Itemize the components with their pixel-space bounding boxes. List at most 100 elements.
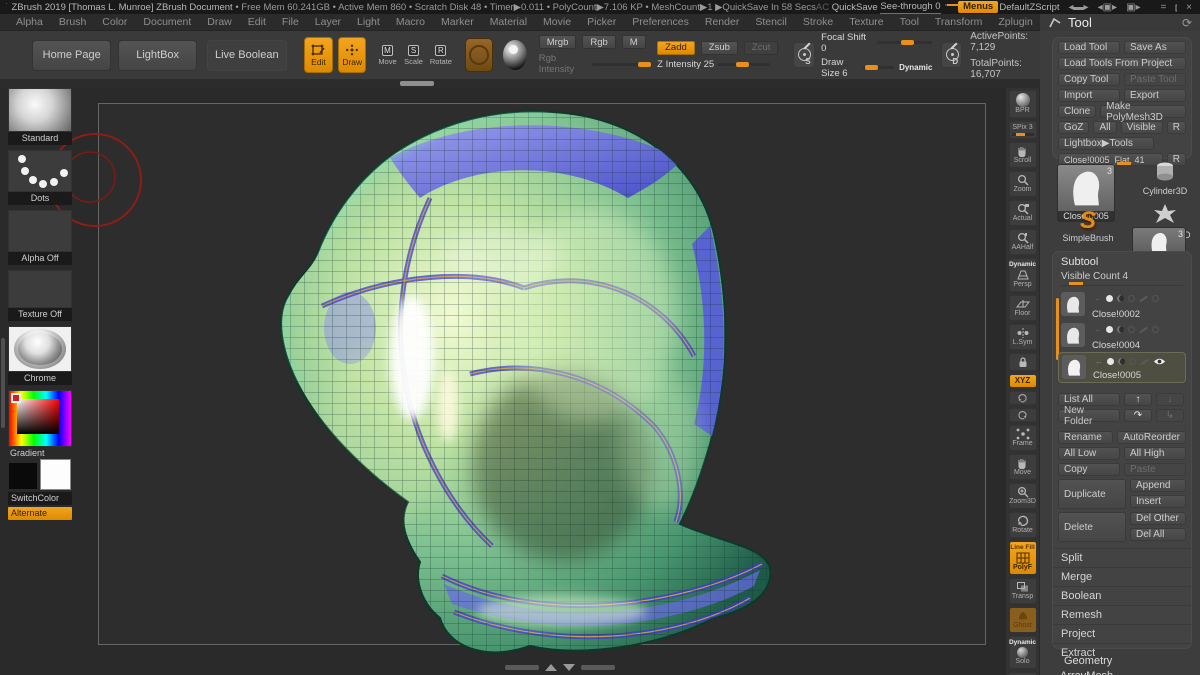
close-icon[interactable]: × <box>1186 2 1192 13</box>
polyframe-button[interactable]: Line Fill PolyF <box>1009 541 1037 575</box>
alpha-thumbnail[interactable] <box>8 210 72 252</box>
menu-marker[interactable]: Marker <box>433 16 482 28</box>
menu-color[interactable]: Color <box>94 16 135 28</box>
subtool-row-close0004[interactable]: ← Close!0004 <box>1058 321 1186 352</box>
paste-tool-button[interactable]: Paste Tool <box>1124 73 1186 86</box>
rgb-button[interactable]: Rgb <box>582 35 615 49</box>
draw-mode-button[interactable]: Draw <box>338 37 366 73</box>
scroll-button[interactable]: Scroll <box>1009 142 1037 168</box>
copy-tool-button[interactable]: Copy Tool <box>1058 73 1120 86</box>
section-merge[interactable]: Merge <box>1053 567 1191 586</box>
load-tools-from-project-button[interactable]: Load Tools From Project <box>1058 57 1186 70</box>
ui-slider-icon[interactable]: ◂▬▸ <box>1069 2 1089 13</box>
quicksave-button[interactable]: QuickSave <box>832 2 878 13</box>
rename-button[interactable]: Rename <box>1058 431 1113 444</box>
rotate-canvas-button[interactable]: Rotate <box>1009 512 1037 538</box>
color-picker[interactable] <box>8 390 72 447</box>
move-up-button[interactable]: ↑ <box>1124 393 1152 406</box>
menu-layer[interactable]: Layer <box>307 16 349 28</box>
draw-settings-icon[interactable]: D <box>941 42 963 68</box>
move-down-button[interactable]: ↓ <box>1156 393 1184 406</box>
menu-stencil[interactable]: Stencil <box>747 16 795 28</box>
new-folder-button[interactable]: New Folder <box>1058 409 1120 422</box>
move-out-folder-button[interactable]: ↷ <box>1124 409 1152 422</box>
section-arraymesh[interactable]: ArrayMesh <box>1060 670 1113 675</box>
draw-size-track[interactable] <box>863 66 894 69</box>
persp-button[interactable]: Dynamic Persp <box>1009 258 1037 292</box>
lightbox-tools-button[interactable]: Lightbox▶Tools <box>1058 137 1154 150</box>
shelf-scrollbar[interactable] <box>0 79 1040 88</box>
subtool-row-icons[interactable]: ← <box>1094 294 1159 303</box>
subtool-row-icons[interactable]: ← <box>1095 357 1166 366</box>
duplicate-button[interactable]: Duplicate <box>1058 479 1126 509</box>
restore-icon[interactable] <box>1175 2 1177 12</box>
clone-button[interactable]: Clone <box>1058 105 1096 118</box>
menu-brush[interactable]: Brush <box>51 16 94 28</box>
zoom3d-button[interactable]: Zoom3D <box>1009 483 1037 509</box>
paste-subtool-button[interactable]: Paste <box>1124 463 1186 476</box>
subtool-row-close0005-selected[interactable]: ← Close!0005 <box>1058 352 1186 383</box>
helmet-3d-model[interactable] <box>262 106 782 656</box>
z-intensity-slider[interactable]: Z Intensity 25 <box>657 59 714 70</box>
frame-button[interactable]: Frame <box>1009 425 1037 451</box>
draw-size-slider[interactable]: Draw Size 6 <box>821 57 858 79</box>
section-remesh[interactable]: Remesh <box>1053 605 1191 624</box>
zcut-button[interactable]: Zcut <box>744 41 778 55</box>
zsub-button[interactable]: Zsub <box>701 41 738 55</box>
menu-alpha[interactable]: Alpha <box>8 16 51 28</box>
subtool-row-icons[interactable]: ← <box>1094 325 1159 334</box>
lightbox-button[interactable]: LightBox <box>118 40 197 71</box>
actual-button[interactable]: Actual <box>1009 200 1037 226</box>
load-tool-button[interactable]: Load Tool <box>1058 41 1120 54</box>
see-through-slider[interactable]: See-through 0 <box>880 1 940 14</box>
menu-edit[interactable]: Edit <box>240 16 274 28</box>
solo-button[interactable]: Dynamic Solo <box>1009 636 1037 669</box>
tool-item-simplebrush[interactable]: S SimpleBrush <box>1057 209 1119 243</box>
section-split[interactable]: Split <box>1053 548 1191 567</box>
stroke-type-button[interactable] <box>465 38 493 72</box>
divider-down-icon[interactable] <box>563 664 575 671</box>
y-rotate-button[interactable] <box>1009 391 1037 405</box>
delete-button[interactable]: Delete <box>1058 512 1126 542</box>
menu-draw[interactable]: Draw <box>199 16 240 28</box>
live-boolean-button[interactable]: Live Boolean <box>207 40 286 71</box>
bpr-button[interactable]: BPR <box>1009 90 1037 118</box>
del-other-button[interactable]: Del Other <box>1130 512 1186 525</box>
z-intensity-track[interactable] <box>718 63 770 66</box>
menu-transform[interactable]: Transform <box>927 16 990 28</box>
section-project[interactable]: Project <box>1053 624 1191 643</box>
aahalf-button[interactable]: AAHalf <box>1009 229 1037 255</box>
z-rotate-button[interactable] <box>1009 408 1037 422</box>
dynamic-toggle[interactable]: Dynamic <box>899 63 932 72</box>
menu-stroke[interactable]: Stroke <box>795 16 841 28</box>
focal-shift-slider[interactable]: Focal Shift 0 <box>821 32 872 54</box>
visible-count-slider[interactable]: Visible Count 4 <box>1061 270 1183 286</box>
tool-item-cylinder[interactable]: Cylinder3D <box>1135 161 1195 196</box>
move-canvas-button[interactable]: Move <box>1009 454 1037 480</box>
bottom-tray-divider[interactable] <box>505 662 615 672</box>
goz-button[interactable]: GoZ <box>1058 121 1089 134</box>
floor-button[interactable]: Floor <box>1009 295 1037 321</box>
alternate-button[interactable]: Alternate <box>8 507 72 520</box>
menus-toggle-button[interactable]: Menus <box>958 1 998 13</box>
menu-render[interactable]: Render <box>697 16 747 28</box>
zadd-button[interactable]: Zadd <box>657 41 695 55</box>
rotate-tool-button[interactable]: R Rotate <box>430 40 452 70</box>
all-high-button[interactable]: All High <box>1124 447 1186 460</box>
menu-texture[interactable]: Texture <box>841 16 891 28</box>
home-page-button[interactable]: Home Page <box>32 40 111 71</box>
palette-reset-icon[interactable]: ⟳ <box>1182 16 1192 30</box>
all-low-button[interactable]: All Low <box>1058 447 1120 460</box>
move-tool-button[interactable]: M Move <box>378 40 398 70</box>
menu-document[interactable]: Document <box>135 16 199 28</box>
section-geometry[interactable]: Geometry <box>1064 655 1112 667</box>
stroke-thumbnail-dots[interactable] <box>8 150 72 192</box>
rgb-intensity-slider[interactable]: Rgb Intensity <box>539 53 588 75</box>
menu-picker[interactable]: Picker <box>579 16 624 28</box>
zoom-button[interactable]: Zoom <box>1009 171 1037 197</box>
menu-preferences[interactable]: Preferences <box>624 16 697 28</box>
visibility-eye-icon[interactable] <box>1153 357 1166 366</box>
palette-switch-icon[interactable]: ▣▸ <box>1126 2 1140 13</box>
copy-subtool-button[interactable]: Copy <box>1058 463 1120 476</box>
save-as-button[interactable]: Save As <box>1124 41 1186 54</box>
